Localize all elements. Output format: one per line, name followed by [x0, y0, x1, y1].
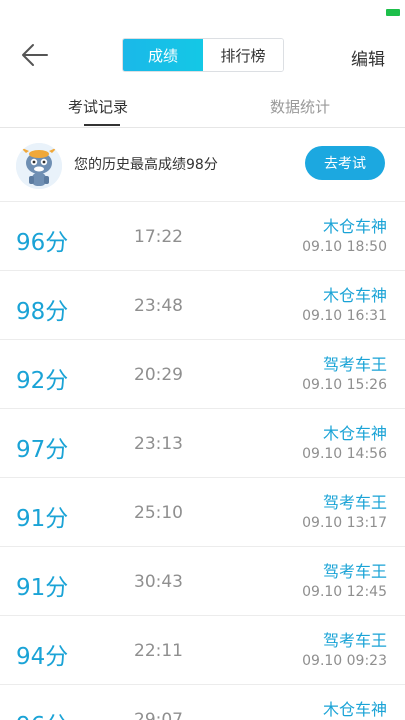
record-title: 驾考车王	[322, 631, 387, 650]
record-title: 木仓车神	[322, 286, 387, 305]
record-duration: 17:22	[134, 227, 183, 247]
record-row[interactable]: 98分 23:48 木仓车神 09.10 16:31	[0, 271, 405, 340]
active-tab-indicator	[84, 124, 120, 126]
segment-scores[interactable]: 成绩	[123, 39, 203, 71]
tab-bar: 考试记录 数据统计	[0, 86, 405, 128]
start-exam-button[interactable]: 去考试	[305, 146, 385, 180]
record-score: 98分	[16, 299, 69, 325]
record-duration: 20:29	[134, 365, 183, 385]
record-duration: 23:48	[134, 296, 183, 316]
record-date: 09.10 09:23	[302, 653, 387, 669]
status-bar	[0, 0, 405, 24]
record-title: 驾考车王	[322, 355, 387, 374]
edit-button[interactable]: 编辑	[351, 45, 385, 70]
record-title: 驾考车王	[322, 562, 387, 581]
tab-statistics[interactable]: 数据统计	[270, 96, 330, 117]
record-row[interactable]: 92分 20:29 驾考车王 09.10 15:26	[0, 340, 405, 409]
record-row[interactable]: 96分 17:22 木仓车神 09.10 18:50	[0, 202, 405, 271]
best-score-banner: 您的历史最高成绩98分 去考试	[0, 128, 405, 202]
record-duration: 29:07	[134, 710, 183, 720]
record-row[interactable]: 91分 25:10 驾考车王 09.10 13:17	[0, 478, 405, 547]
record-date: 09.10 15:26	[302, 377, 387, 393]
exam-record-list: 96分 17:22 木仓车神 09.10 18:50 98分 23:48 木仓车…	[0, 202, 405, 720]
mascot-avatar	[16, 143, 62, 189]
record-row[interactable]: 96分 29:07 木仓车神	[0, 685, 405, 720]
record-date: 09.10 16:31	[302, 308, 387, 324]
record-title: 木仓车神	[322, 424, 387, 443]
record-duration: 23:13	[134, 434, 183, 454]
segment-leaderboard[interactable]: 排行榜	[203, 39, 283, 71]
nav-bar: 成绩 排行榜 编辑	[0, 24, 405, 86]
tab-exam-records[interactable]: 考试记录	[68, 96, 128, 117]
record-row[interactable]: 97分 23:13 木仓车神 09.10 14:56	[0, 409, 405, 478]
record-title: 驾考车王	[322, 493, 387, 512]
back-arrow-icon[interactable]	[18, 38, 52, 72]
record-duration: 25:10	[134, 503, 183, 523]
record-score: 96分	[16, 230, 69, 256]
record-date: 09.10 14:56	[302, 446, 387, 462]
record-score: 96分	[16, 706, 68, 720]
record-score: 92分	[16, 368, 69, 394]
record-date: 09.10 12:45	[302, 584, 387, 600]
record-duration: 30:43	[134, 572, 183, 592]
record-row[interactable]: 94分 22:11 驾考车王 09.10 09:23	[0, 616, 405, 685]
record-duration: 22:11	[134, 641, 183, 661]
record-date: 09.10 13:17	[302, 515, 387, 531]
record-date: 09.10 18:50	[302, 239, 387, 255]
record-title: 木仓车神	[322, 217, 387, 236]
record-score: 97分	[16, 437, 69, 463]
record-row[interactable]: 91分 30:43 驾考车王 09.10 12:45	[0, 547, 405, 616]
record-title: 木仓车神	[322, 700, 387, 719]
battery-icon	[386, 9, 400, 16]
record-score: 91分	[16, 575, 69, 601]
segmented-control: 成绩 排行榜	[122, 38, 284, 72]
record-score: 94分	[16, 644, 69, 670]
record-score: 91分	[16, 506, 69, 532]
best-score-text: 您的历史最高成绩98分	[74, 157, 218, 173]
